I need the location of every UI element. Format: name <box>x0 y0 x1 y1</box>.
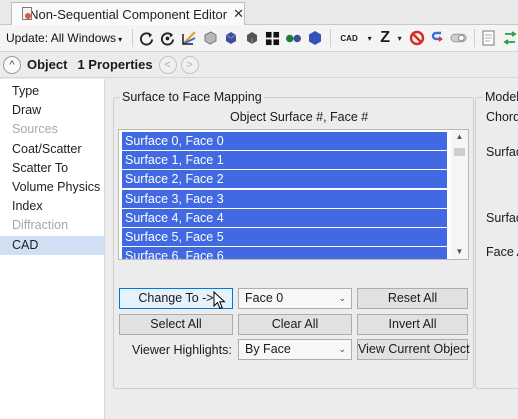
cad-panel: Surface to Face Mapping Model Chord Surf… <box>106 79 518 419</box>
invert-all-button[interactable]: Invert All <box>357 314 468 335</box>
component-editor-icon <box>20 7 32 21</box>
sidebar-item-sources: Sources <box>12 122 58 137</box>
list-item[interactable]: Surface 4, Face 4 <box>122 208 447 227</box>
update-mode-dropdown[interactable]: Update: All Windows ▾ <box>6 31 122 45</box>
face-angle-label: Face A <box>486 245 518 259</box>
tab-strip: Non-Sequential Component Editor ✕ <box>0 0 518 25</box>
prev-object-button[interactable]: < <box>158 55 177 74</box>
undo-arrow-icon[interactable] <box>428 29 447 48</box>
next-object-button[interactable]: > <box>180 55 199 74</box>
sidebar-item-coat-scatter[interactable]: Coat/Scatter <box>0 140 104 159</box>
clear-all-button[interactable]: Clear All <box>238 314 352 335</box>
face-select-value: Face 0 <box>245 291 284 305</box>
list-item[interactable]: Surface 5, Face 5 <box>122 228 447 246</box>
select-all-button[interactable]: Select All <box>119 314 233 335</box>
chevron-down-icon[interactable]: ▾ <box>365 29 374 48</box>
toolbar: Update: All Windows ▾ CAD ▾ Z ▾ <box>0 25 518 52</box>
viewer-highlights-value: By Face <box>245 342 291 356</box>
scroll-up-icon[interactable]: ▲ <box>451 130 468 144</box>
view-current-object-button[interactable]: View Current Object <box>357 339 470 360</box>
sidebar-item-volume-physics[interactable]: Volume Physics <box>0 178 104 197</box>
document-icon[interactable] <box>479 29 498 48</box>
solid-model-icon[interactable] <box>242 29 261 48</box>
cad-label: CAD <box>340 33 358 43</box>
list-item[interactable]: Surface 2, Face 2 <box>122 170 447 189</box>
viewer-highlights-label: Viewer Highlights: <box>132 343 232 357</box>
cad-dropdown-icon[interactable]: CAD <box>335 29 363 48</box>
grid-view-icon[interactable] <box>263 29 282 48</box>
sidebar-item-cad[interactable]: CAD <box>0 235 104 255</box>
properties-label: 1 Properties <box>77 57 153 72</box>
chevron-down-icon: ⌄ <box>338 344 346 354</box>
reset-all-button[interactable]: Reset All <box>357 288 468 309</box>
arrows-icon[interactable] <box>500 29 518 48</box>
sidebar-item-draw[interactable]: Draw <box>0 101 104 120</box>
shaded-model-icon[interactable] <box>221 29 240 48</box>
sidebar-item-scatter-to[interactable]: Scatter To <box>0 159 104 178</box>
list-item[interactable]: Surface 0, Face 0 <box>122 132 447 150</box>
surface-label: Surfac <box>486 145 518 159</box>
toolbar-divider <box>330 29 332 47</box>
chevron-down-icon[interactable]: ▾ <box>395 29 404 48</box>
toggle-icon[interactable] <box>449 29 468 48</box>
sidebar-item-type[interactable]: Type <box>0 82 104 101</box>
mouse-cursor-icon <box>213 291 226 310</box>
list-item[interactable]: Surface 3, Face 3 <box>122 189 447 208</box>
collapse-icon[interactable]: ^ <box>3 55 21 74</box>
object-header: ^ Object 1 Properties < > <box>0 52 518 78</box>
layout-3d-icon[interactable] <box>200 29 219 48</box>
toolbar-divider <box>132 29 134 47</box>
properties-sidebar: Type Draw Sources Coat/Scatter Scatter To Vol… <box>0 79 105 419</box>
z-dropdown-icon[interactable]: Z <box>377 29 393 48</box>
model-group-title: Model <box>483 90 518 104</box>
chevron-down-icon: ⌄ <box>338 293 346 303</box>
tab-close-icon[interactable]: ✕ <box>233 6 244 22</box>
editor-tab[interactable]: Non-Sequential Component Editor ✕ <box>11 2 245 25</box>
face-select[interactable]: Face 0 ⌄ <box>238 288 352 309</box>
list-item[interactable]: Surface 1, Face 1 <box>122 151 447 170</box>
viewer-highlights-select[interactable]: By Face ⌄ <box>238 339 352 360</box>
chord-label: Chord <box>486 110 518 124</box>
refresh-all-icon[interactable] <box>158 29 177 48</box>
object-title: Object <box>27 57 68 72</box>
list-scrollbar[interactable]: ▲ ▼ <box>451 130 468 259</box>
update-mode-label: Update: All Windows <box>6 31 117 45</box>
model-group <box>475 97 518 389</box>
hexagon-icon[interactable] <box>305 29 324 48</box>
refresh-icon[interactable] <box>137 29 156 48</box>
column-header: Object Surface #, Face # <box>230 110 369 124</box>
no-entry-icon[interactable] <box>407 29 426 48</box>
sidebar-item-diffraction: Diffraction <box>12 218 69 233</box>
sidebar-item-index[interactable]: Index <box>0 197 104 216</box>
chevron-down-icon: ▾ <box>118 35 123 44</box>
scroll-down-icon[interactable]: ▼ <box>451 245 468 259</box>
scroll-thumb[interactable] <box>454 148 465 156</box>
object-view-icon[interactable] <box>284 29 303 48</box>
toolbar-divider <box>474 29 476 47</box>
tab-title: Non-Sequential Component Editor <box>29 6 228 22</box>
list-item[interactable]: Surface 6, Face 6 <box>122 247 447 259</box>
surface-face-list[interactable]: Surface 6, Face 6 Surface 5, Face 5 Surfac… <box>118 129 469 260</box>
surface-label: Surfac <box>486 211 518 225</box>
ray-trace-icon[interactable] <box>179 29 198 48</box>
mapping-group-title: Surface to Face Mapping <box>120 90 264 104</box>
